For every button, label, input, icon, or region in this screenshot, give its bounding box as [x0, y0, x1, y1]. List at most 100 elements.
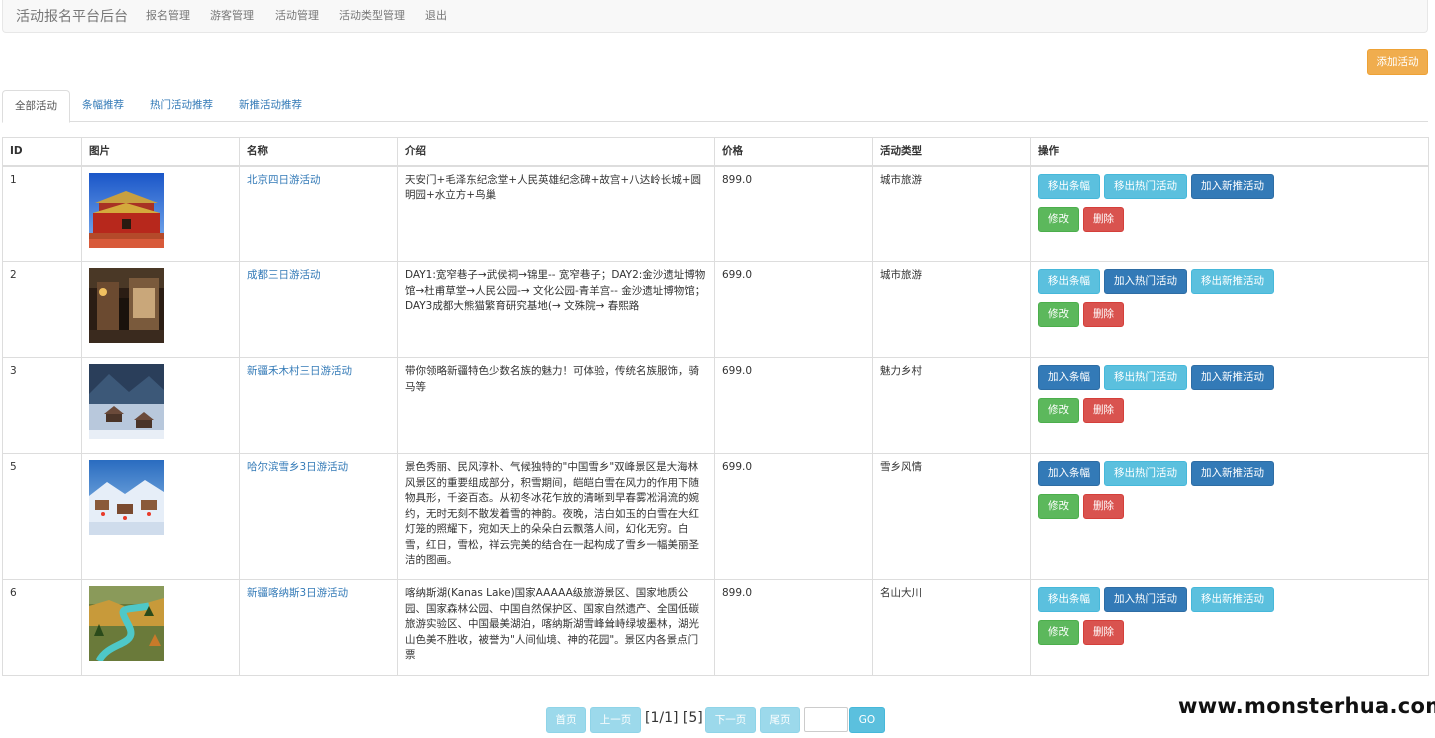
cell-price: 899.0 — [714, 165, 873, 262]
table-row: 3 新疆禾木村三日游活动 带你领略新疆特色少数名族的魅力！可体验，传统名族服饰，… — [2, 357, 1429, 454]
cell-actions: 移出条幅 加入热门活动 移出新推活动 修改 删除 — [1030, 579, 1429, 676]
cell-name-link[interactable]: 新疆喀纳斯3日游活动 — [239, 579, 398, 676]
activity-tabs: 全部活动 条幅推荐 热门活动推荐 新推活动推荐 — [2, 90, 1428, 123]
cell-id: 5 — [2, 453, 82, 580]
hot-toggle-button[interactable]: 移出热门活动 — [1104, 461, 1187, 486]
page-number-input[interactable] — [804, 707, 848, 732]
cell-id: 6 — [2, 579, 82, 676]
banner-toggle-button[interactable]: 移出条幅 — [1038, 587, 1100, 612]
banner-toggle-button[interactable]: 移出条幅 — [1038, 173, 1100, 199]
table-header-row: ID 图片 名称 介绍 价格 活动类型 操作 — [2, 137, 1429, 167]
cell-type: 城市旅游 — [872, 165, 1031, 262]
next-page-button[interactable]: 下一页 — [705, 707, 756, 733]
cell-id: 1 — [2, 165, 82, 262]
delete-button[interactable]: 删除 — [1083, 206, 1124, 232]
cell-intro: 带你领略新疆特色少数名族的魅力！可体验，传统名族服饰，骑马等 — [397, 357, 715, 454]
cell-type: 名山大川 — [872, 579, 1031, 676]
last-page-button[interactable]: 尾页 — [760, 707, 800, 733]
edit-button[interactable]: 修改 — [1038, 398, 1079, 423]
delete-button[interactable]: 删除 — [1083, 302, 1124, 327]
banner-toggle-button[interactable]: 移出条幅 — [1038, 269, 1100, 294]
cell-name-link[interactable]: 新疆禾木村三日游活动 — [239, 357, 398, 454]
header-actions: 操作 — [1030, 137, 1429, 167]
hot-toggle-button[interactable]: 移出热门活动 — [1104, 365, 1187, 390]
cell-price: 899.0 — [714, 579, 873, 676]
new-toggle-button[interactable]: 移出新推活动 — [1191, 269, 1274, 294]
cell-name-link[interactable]: 成都三日游活动 — [239, 261, 398, 358]
cell-intro: 喀纳斯湖(Kanas Lake)国家AAAAA级旅游景区、国家地质公园、国家森林… — [397, 579, 715, 676]
cell-actions: 加入条幅 移出热门活动 加入新推活动 修改 删除 — [1030, 453, 1429, 580]
cell-image — [81, 453, 240, 580]
cell-image — [81, 357, 240, 454]
cell-price: 699.0 — [714, 453, 873, 580]
cell-type: 雪乡风情 — [872, 453, 1031, 580]
delete-button[interactable]: 删除 — [1083, 398, 1124, 423]
delete-button[interactable]: 删除 — [1083, 620, 1124, 645]
header-name: 名称 — [239, 137, 398, 167]
cell-id: 2 — [2, 261, 82, 358]
tab-all-activities[interactable]: 全部活动 — [2, 90, 70, 123]
cell-name-link[interactable]: 哈尔滨雪乡3日游活动 — [239, 453, 398, 580]
go-button[interactable]: GO — [849, 707, 885, 733]
nav-activities[interactable]: 活动管理 — [275, 7, 319, 23]
new-toggle-button[interactable]: 移出新推活动 — [1191, 587, 1274, 612]
table-row: 6 新疆喀纳斯3日游活动 喀纳斯湖(Kanas Lake)国家AAAAA级旅游景… — [2, 579, 1429, 676]
nav-registration[interactable]: 报名管理 — [146, 7, 190, 23]
cell-name-link[interactable]: 北京四日游活动 — [239, 165, 398, 262]
edit-button[interactable]: 修改 — [1038, 494, 1079, 519]
activity-thumbnail — [89, 586, 164, 661]
nav-logout[interactable]: 退出 — [425, 7, 447, 23]
cell-intro: 景色秀丽、民风淳朴、气候独特的"中国雪乡"双峰景区是大海林风景区的重要组成部分，… — [397, 453, 715, 580]
cell-actions: 加入条幅 移出热门活动 加入新推活动 修改 删除 — [1030, 357, 1429, 454]
hot-toggle-button[interactable]: 加入热门活动 — [1104, 269, 1187, 294]
cell-price: 699.0 — [714, 357, 873, 454]
table-row: 1 北京四日游活动 天安门+毛泽东纪念堂+人民英雄纪念碑+故宫+八达岭长城+圆明… — [2, 165, 1429, 262]
edit-button[interactable]: 修改 — [1038, 206, 1079, 232]
nav-visitors[interactable]: 游客管理 — [210, 7, 254, 23]
hot-toggle-button[interactable]: 移出热门活动 — [1104, 173, 1187, 199]
activity-thumbnail — [89, 364, 164, 439]
activity-thumbnail — [89, 268, 164, 343]
activity-thumbnail — [89, 460, 164, 535]
cell-actions: 移出条幅 移出热门活动 加入新推活动 修改 删除 — [1030, 165, 1429, 262]
tab-banner-recommend[interactable]: 条幅推荐 — [70, 90, 136, 122]
table-row: 2 成都三日游活动 DAY1:宽窄巷子→武侯祠→锦里-- 宽窄巷子；DAY2:金… — [2, 261, 1429, 358]
new-toggle-button[interactable]: 加入新推活动 — [1191, 365, 1274, 390]
first-page-button[interactable]: 首页 — [546, 707, 586, 733]
cell-image — [81, 261, 240, 358]
table-row: 5 哈尔滨雪乡3日游活动 景色秀丽、民风淳朴、气候独特的"中国雪乡"双峰景区是大… — [2, 453, 1429, 580]
watermark: www.monsterhua.com — [1178, 694, 1435, 718]
cell-type: 城市旅游 — [872, 261, 1031, 358]
tab-hot-recommend[interactable]: 热门活动推荐 — [138, 90, 225, 122]
cell-type: 魅力乡村 — [872, 357, 1031, 454]
new-toggle-button[interactable]: 加入新推活动 — [1191, 461, 1274, 486]
add-activity-button[interactable]: 添加活动 — [1367, 49, 1428, 75]
page-info: [1/1] [5] — [645, 710, 703, 726]
cell-image — [81, 165, 240, 262]
banner-toggle-button[interactable]: 加入条幅 — [1038, 365, 1100, 390]
edit-button[interactable]: 修改 — [1038, 302, 1079, 327]
cell-intro: DAY1:宽窄巷子→武侯祠→锦里-- 宽窄巷子；DAY2:金沙遗址博物馆→杜甫草… — [397, 261, 715, 358]
tab-new-recommend[interactable]: 新推活动推荐 — [227, 90, 314, 122]
banner-toggle-button[interactable]: 加入条幅 — [1038, 461, 1100, 486]
cell-price: 699.0 — [714, 261, 873, 358]
activity-thumbnail — [89, 172, 164, 248]
header-intro: 介绍 — [397, 137, 715, 167]
cell-id: 3 — [2, 357, 82, 454]
brand-title[interactable]: 活动报名平台后台 — [16, 6, 128, 26]
header-price: 价格 — [714, 137, 873, 167]
edit-button[interactable]: 修改 — [1038, 620, 1079, 645]
cell-actions: 移出条幅 加入热门活动 移出新推活动 修改 删除 — [1030, 261, 1429, 358]
header-id: ID — [2, 137, 82, 167]
new-toggle-button[interactable]: 加入新推活动 — [1191, 173, 1274, 199]
prev-page-button[interactable]: 上一页 — [590, 707, 641, 733]
hot-toggle-button[interactable]: 加入热门活动 — [1104, 587, 1187, 612]
header-type: 活动类型 — [872, 137, 1031, 167]
cell-intro: 天安门+毛泽东纪念堂+人民英雄纪念碑+故宫+八达岭长城+圆明园+水立方+鸟巢 — [397, 165, 715, 262]
delete-button[interactable]: 删除 — [1083, 494, 1124, 519]
cell-image — [81, 579, 240, 676]
activity-table: ID 图片 名称 介绍 价格 活动类型 操作 1 北京四日游活动 天安门+毛泽东… — [2, 137, 1429, 676]
header-image: 图片 — [81, 137, 240, 167]
nav-activity-types[interactable]: 活动类型管理 — [339, 7, 405, 23]
top-navbar: 活动报名平台后台 报名管理 游客管理 活动管理 活动类型管理 退出 — [2, 0, 1428, 33]
